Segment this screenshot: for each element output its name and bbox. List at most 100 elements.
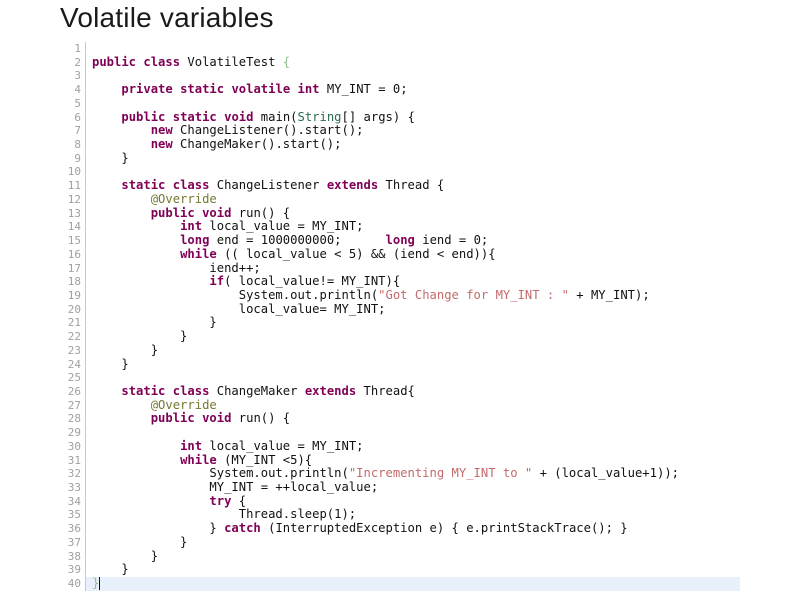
code-token: int	[180, 438, 203, 453]
code-line[interactable]	[92, 42, 740, 56]
code-line[interactable]: local_value= MY_INT;	[92, 301, 740, 317]
line-number: 7	[74, 124, 81, 138]
code-token: (( local_value < 5) && (iend < end)){	[216, 246, 496, 261]
code-token: new	[150, 123, 173, 138]
code-line[interactable]: public void run() {	[92, 412, 740, 426]
code-text-area[interactable]: public class VolatileTest { private stat…	[86, 42, 740, 591]
code-line[interactable]: @Override	[92, 397, 740, 413]
code-token: try	[209, 493, 232, 508]
line-number: 33	[67, 481, 81, 494]
code-line[interactable]: iend++;	[92, 261, 740, 276]
code-line[interactable]: }	[92, 343, 740, 358]
code-token: System.out.println(	[92, 466, 349, 481]
code-line[interactable]	[92, 371, 740, 385]
code-token: ChangeMaker().start();	[172, 137, 342, 152]
code-token: local_value= MY_INT;	[92, 301, 386, 316]
code-token: }	[92, 562, 129, 577]
code-line[interactable]: int local_value = MY_INT;	[92, 438, 740, 454]
code-token: MY_INT = ++local_value;	[92, 480, 379, 494]
code-line[interactable]: static class ChangeListener extends Thre…	[92, 178, 740, 193]
code-line[interactable]: }	[92, 151, 740, 166]
line-number: 27	[67, 398, 81, 412]
code-token: System.out.println(	[92, 287, 379, 302]
code-line[interactable]: }	[92, 549, 740, 564]
code-line[interactable]: }	[92, 357, 740, 372]
code-line[interactable]: private static volatile int MY_INT = 0;	[92, 82, 740, 97]
code-line[interactable]	[92, 165, 740, 179]
code-line[interactable]: System.out.println("Incrementing MY_INT …	[92, 466, 740, 481]
text-caret	[99, 577, 100, 590]
code-token: while	[180, 452, 217, 467]
code-line[interactable]: try {	[92, 493, 740, 509]
code-line[interactable]	[92, 97, 740, 111]
line-number: 35	[67, 508, 81, 522]
code-token: Thread.sleep(1);	[92, 507, 357, 522]
code-line[interactable]	[92, 69, 740, 83]
code-line[interactable]: }	[92, 329, 740, 344]
code-line[interactable]: static class ChangeMaker extends Thread{	[92, 383, 740, 399]
line-number: 32	[67, 467, 81, 481]
code-editor[interactable]: 1 2 3 4 5 6 7 8 9 10 11 12 13 14 15 16 17 18 19 20 21 22 23 24 2…	[62, 42, 740, 594]
line-number: 40	[67, 577, 81, 591]
code-line[interactable]: System.out.println("Got Change for MY_IN…	[92, 287, 740, 303]
code-line[interactable]: MY_INT = ++local_value;	[92, 480, 740, 495]
code-token: (InterruptedException e) { e.printStackT…	[260, 521, 628, 536]
line-number: 6	[74, 110, 81, 124]
code-line[interactable]: new ChangeListener().start();	[92, 123, 740, 138]
code-token: void	[202, 411, 232, 426]
line-number: 15	[67, 234, 81, 248]
code-token: {	[282, 54, 291, 69]
line-number: 38	[67, 549, 81, 563]
line-number: 22	[67, 330, 81, 344]
code-line[interactable]	[92, 426, 740, 440]
code-line[interactable]: if( local_value!= MY_INT){	[92, 274, 740, 289]
code-line[interactable]: } catch (InterruptedException e) { e.pri…	[92, 521, 740, 536]
code-token: public	[121, 109, 166, 124]
code-line[interactable]: int local_value = MY_INT;	[92, 219, 740, 234]
line-number-gutter: 1 2 3 4 5 6 7 8 9 10 11 12 13 14 15 16 17 18 19 20 21 22 23 24 2…	[62, 42, 86, 591]
code-line[interactable]: long end = 1000000000; long iend = 0;	[92, 233, 740, 248]
code-line[interactable]: Thread.sleep(1);	[92, 508, 740, 522]
code-token: static	[121, 178, 166, 193]
code-line[interactable]: }	[92, 316, 740, 330]
line-number: 1	[74, 42, 81, 55]
code-line[interactable]: public static void main(String[] args) {	[92, 109, 740, 125]
code-token: {	[231, 493, 247, 508]
code-token: if	[209, 274, 225, 289]
code-line[interactable]: @Override	[92, 192, 740, 207]
code-line[interactable]: public void run() {	[92, 205, 740, 221]
code-token: "Incrementing MY_INT to "	[348, 466, 533, 481]
code-line-active[interactable]: }	[86, 576, 740, 591]
code-token: ChangeListener().start();	[172, 123, 364, 138]
code-token: VolatileTest	[180, 54, 283, 69]
line-number: 34	[67, 494, 81, 508]
code-token: end = 1000000000;	[209, 233, 386, 248]
line-number: 16	[67, 247, 81, 261]
code-line[interactable]: new ChangeMaker().start();	[92, 137, 740, 152]
code-token: int	[180, 219, 203, 234]
code-line[interactable]: }	[92, 562, 740, 577]
code-line[interactable]: public class VolatileTest {	[92, 54, 740, 70]
line-number: 12	[67, 192, 81, 206]
line-number: 2	[74, 55, 81, 69]
line-number: 31	[67, 453, 81, 467]
line-number: 36	[67, 522, 81, 536]
code-line[interactable]: }	[92, 535, 740, 550]
code-token: @Override	[150, 397, 217, 412]
code-line[interactable]: while (( local_value < 5) && (iend < end…	[92, 246, 740, 262]
code-token: static	[121, 383, 166, 398]
code-line[interactable]: while (MY_INT <5){	[92, 452, 740, 468]
code-token: void	[202, 205, 232, 220]
line-number: 26	[67, 384, 81, 398]
